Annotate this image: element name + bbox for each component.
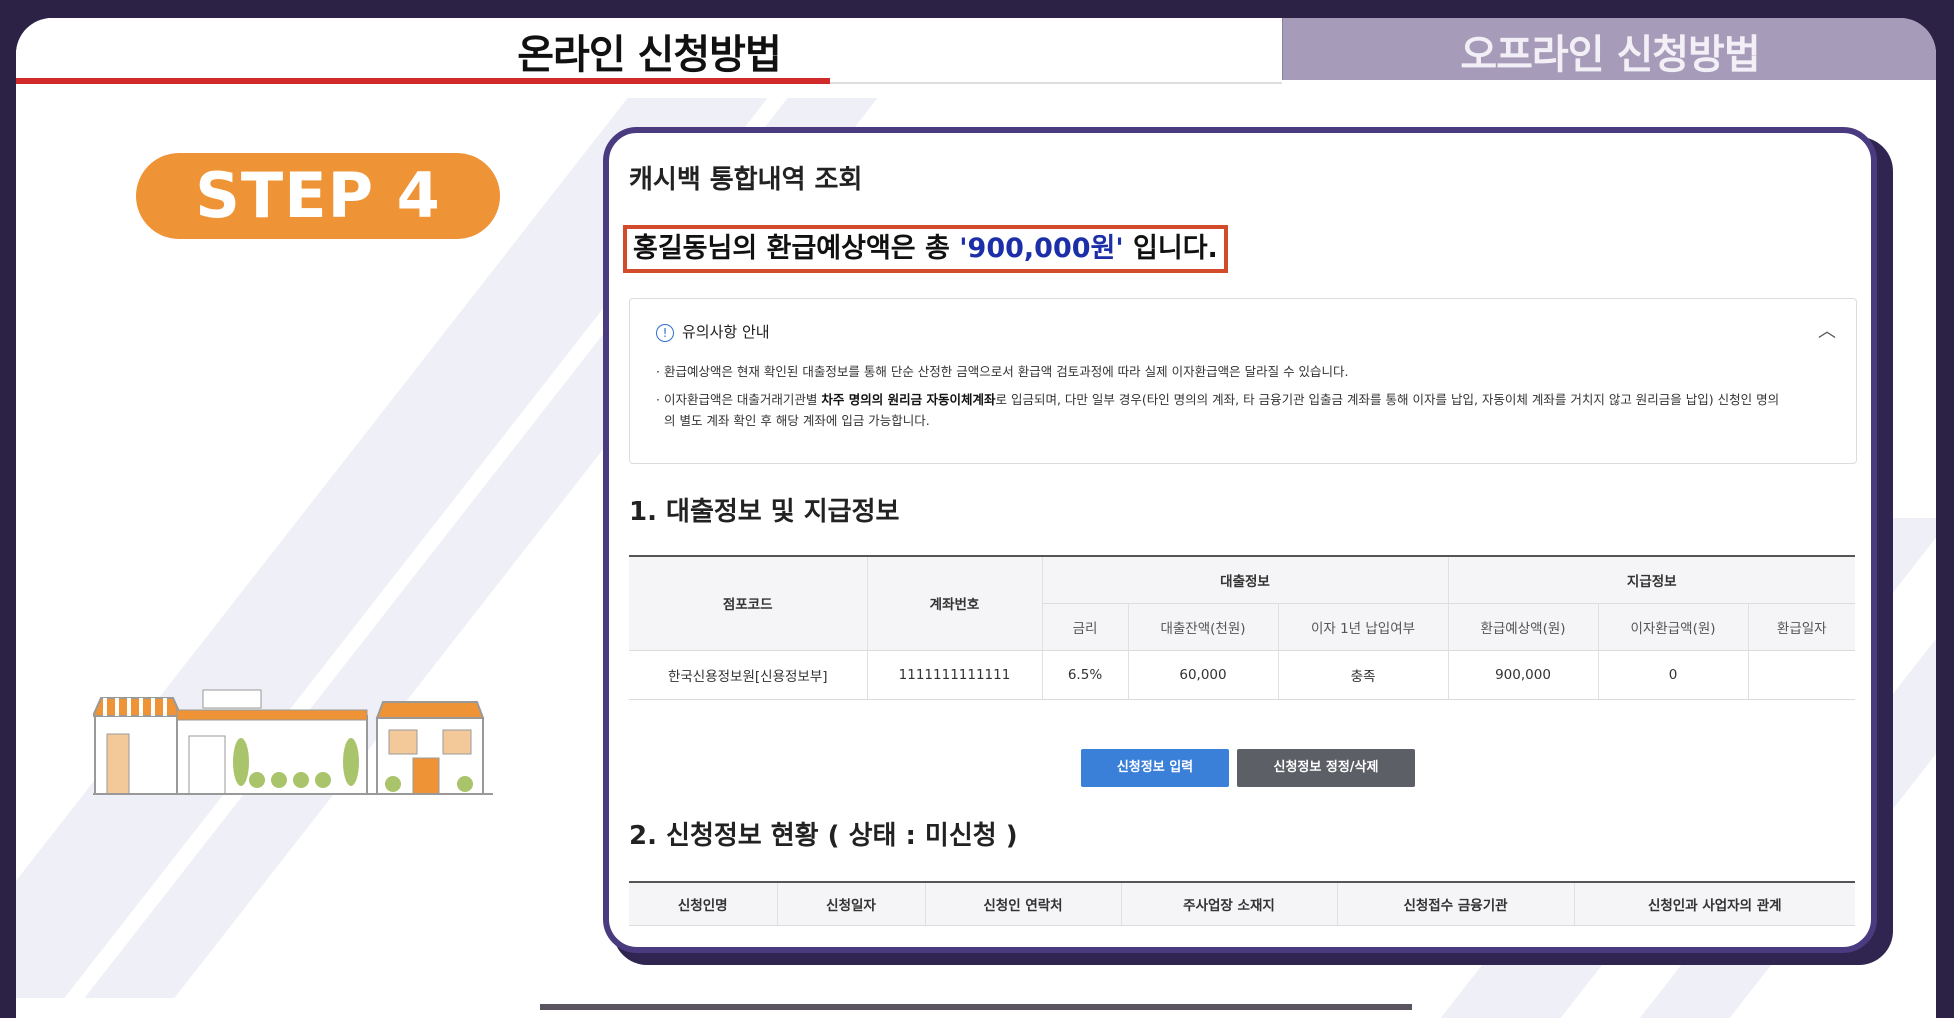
- section-1-title: 1. 대출정보 및 지급정보: [629, 497, 900, 527]
- header-account-number: 계좌번호: [867, 556, 1043, 651]
- info-icon: !: [656, 323, 674, 342]
- tab-active-indicator: [16, 78, 830, 84]
- method-tabs: 온라인 신청방법 오프라인 신청방법: [16, 18, 1936, 84]
- tab-online[interactable]: 온라인 신청방법: [16, 18, 1282, 84]
- notice-line-3: 의 별도 계좌 확인 후 해당 계좌에 입금 가능합니다.: [664, 413, 930, 428]
- header-applicant-relation: 신청인과 사업자의 관계: [1574, 882, 1855, 926]
- header-payment-info: 지급정보: [1448, 556, 1855, 604]
- header-interest-refund: 이자환급액(원): [1598, 603, 1749, 651]
- tab-offline-label: 오프라인 신청방법: [1460, 32, 1760, 78]
- step-badge: STEP 4: [136, 153, 500, 239]
- notice-header[interactable]: ! 유의사항 안내: [656, 321, 770, 342]
- refund-highlight: 홍길동님의 환급예상액은 총 '900,000원' 입니다.: [623, 225, 1228, 273]
- header-rate: 금리: [1042, 603, 1129, 651]
- edit-delete-application-button[interactable]: 신청정보 정정/삭제: [1237, 749, 1415, 787]
- table-row: 한국신용정보원[신용정보부] 1111111111111 6.5% 60,000…: [629, 650, 1855, 700]
- bottom-scrollbar: [540, 1004, 1412, 1010]
- notice-line-2-post: 로 입금되며, 다만 일부 경우(타인 명의의 계좌, 타 금융기관 입출금 계…: [995, 392, 1780, 407]
- header-business-address: 주사업장 소재지: [1121, 882, 1338, 926]
- section-2-title: 2. 신청정보 현황 ( 상태 : 미신청 ): [629, 821, 1018, 851]
- tab-online-label: 온라인 신청방법: [517, 32, 782, 78]
- screenshot-card: 캐시백 통합내역 조회 홍길동님의 환급예상액은 총 '900,000원' 입니…: [603, 127, 1877, 953]
- loan-info-table: 점포코드 계좌번호 대출정보 지급정보 금리 대출잔액(천원) 이자 1년 납입…: [629, 555, 1855, 700]
- tab-offline[interactable]: 오프라인 신청방법: [1282, 18, 1936, 80]
- cell-balance: 60,000: [1128, 650, 1279, 700]
- header-balance: 대출잔액(천원): [1128, 603, 1279, 651]
- cell-interest-paid: 충족: [1278, 650, 1449, 700]
- notice-line-1: · 환급예상액은 현재 확인된 대출정보를 통해 단순 산정한 금액으로서 환급…: [656, 364, 1349, 379]
- notice-panel: ! 유의사항 안내 ︿ · 환급예상액은 현재 확인된 대출정보를 통해 단순 산…: [629, 298, 1857, 464]
- header-loan-info: 대출정보: [1042, 556, 1449, 604]
- cell-branch: 한국신용정보원[신용정보부]: [629, 650, 868, 700]
- notice-line-2-bold: 차주 명의의 원리금 자동이체계좌: [821, 392, 996, 407]
- header-interest-paid: 이자 1년 납입여부: [1278, 603, 1449, 651]
- header-application-date: 신청일자: [777, 882, 926, 926]
- header-expected-refund: 환급예상액(원): [1448, 603, 1599, 651]
- cell-account: 1111111111111: [867, 650, 1043, 700]
- header-applicant-name: 신청인명: [629, 882, 778, 926]
- notice-line-2-pre: · 이자환급액은 대출거래기관별: [656, 392, 822, 407]
- cell-interest-refund: 0: [1598, 650, 1749, 700]
- header-applicant-contact: 신청인 연락처: [925, 882, 1122, 926]
- cell-expected-refund: 900,000: [1448, 650, 1599, 700]
- header-receiving-institution: 신청접수 금융기관: [1337, 882, 1575, 926]
- storefront-illustration: [93, 689, 493, 795]
- header-branch-code: 점포코드: [629, 556, 868, 651]
- refund-prefix: 홍길동님의 환급예상액은 총: [633, 233, 960, 264]
- refund-suffix: 입니다.: [1123, 233, 1218, 264]
- enter-application-button[interactable]: 신청정보 입력: [1081, 749, 1229, 787]
- page-title: 캐시백 통합내역 조회: [629, 165, 863, 195]
- cell-refund-date: [1748, 650, 1855, 700]
- chevron-up-icon[interactable]: ︿: [1818, 317, 1836, 343]
- refund-amount: '900,000원': [959, 233, 1124, 264]
- header-refund-date: 환급일자: [1748, 603, 1855, 651]
- application-status-table: 신청인명 신청일자 신청인 연락처 주사업장 소재지 신청접수 금융기관 신청인…: [629, 881, 1855, 926]
- notice-heading: 유의사항 안내: [682, 323, 770, 341]
- notice-line-2: · 이자환급액은 대출거래기관별 차주 명의의 원리금 자동이체계좌로 입금되며…: [656, 389, 1836, 410]
- cell-rate: 6.5%: [1042, 650, 1129, 700]
